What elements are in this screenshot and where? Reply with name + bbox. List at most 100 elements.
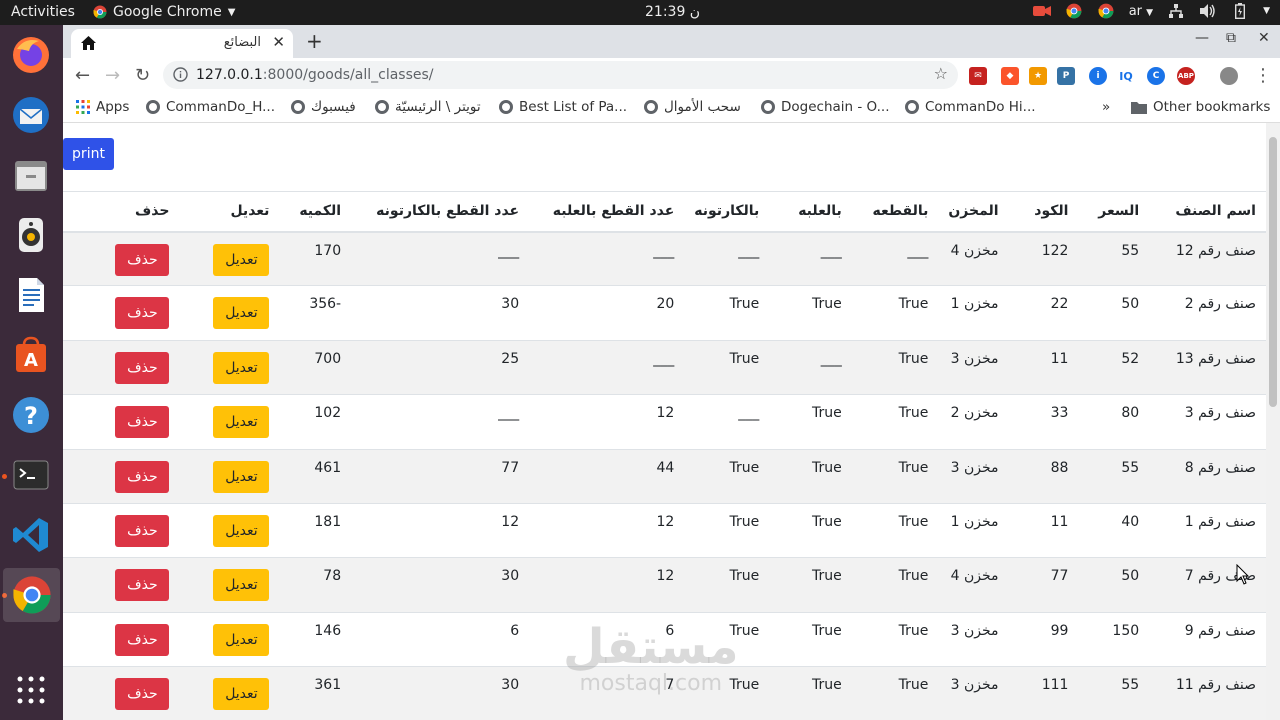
bookmark-commando-1[interactable]: CommanDo_H... bbox=[146, 99, 275, 115]
tab-close-icon[interactable]: ✕ bbox=[272, 33, 285, 51]
info-extension-icon[interactable]: i bbox=[1089, 67, 1107, 85]
table-cell: 22 bbox=[1008, 285, 1079, 341]
address-bar[interactable]: 127.0.0.1:8000/goods/all_classes/ ☆ bbox=[163, 61, 958, 89]
edit-button[interactable]: تعديل bbox=[213, 243, 270, 276]
system-menu-caret-icon[interactable]: ▼ bbox=[1263, 6, 1270, 16]
edit-button[interactable]: تعديل bbox=[213, 514, 270, 547]
column-header: حذف bbox=[63, 191, 204, 233]
reload-icon[interactable]: ↻ bbox=[135, 65, 150, 86]
show-applications-icon[interactable] bbox=[9, 668, 53, 712]
help-icon[interactable]: ? bbox=[9, 393, 53, 437]
bookmark-withdraw[interactable]: سحب الأموال bbox=[644, 99, 741, 115]
bookmark-star-icon[interactable]: ☆ bbox=[934, 64, 948, 83]
network-icon[interactable] bbox=[1167, 2, 1185, 20]
delete-button[interactable]: حذف bbox=[115, 678, 170, 711]
chrome-tray-icon-2[interactable] bbox=[1097, 2, 1115, 20]
profile-avatar[interactable] bbox=[1220, 67, 1238, 85]
table-cell: ___ bbox=[769, 230, 852, 286]
table-cell: صنف رقم 2 bbox=[1149, 285, 1266, 341]
gmail-extension-icon[interactable]: ✉ bbox=[969, 67, 987, 85]
browser-toolbar: ← → ↻ 127.0.0.1:8000/goods/all_classes/ … bbox=[63, 58, 1280, 94]
system-tray: ar ▼ ▼ bbox=[1032, 2, 1270, 20]
table-cell: True bbox=[851, 611, 939, 667]
restore-icon[interactable]: ⧉ bbox=[1226, 30, 1236, 46]
edit-button[interactable]: تعديل bbox=[213, 623, 270, 656]
table-cell: -356 bbox=[279, 285, 352, 341]
bookmarks-bar: Apps CommanDo_H... فيسبوك تويتر \ الرئيس… bbox=[63, 94, 1280, 123]
iq-extension-icon[interactable]: IQ bbox=[1117, 67, 1135, 85]
adblock-extension-icon[interactable]: ABP bbox=[1177, 67, 1195, 85]
bookmark-apps[interactable]: Apps bbox=[76, 99, 129, 115]
table-cell: 12 bbox=[529, 502, 685, 558]
edit-button[interactable]: تعديل bbox=[213, 460, 270, 493]
info-icon[interactable] bbox=[173, 67, 188, 86]
menu-kebab-icon[interactable]: ⋮ bbox=[1254, 65, 1272, 86]
delete-button[interactable]: حذف bbox=[115, 243, 170, 276]
table-cell: True bbox=[769, 448, 852, 504]
chrome-dock-icon[interactable] bbox=[3, 568, 60, 622]
more-bookmarks-button[interactable]: » bbox=[1102, 99, 1110, 115]
brave-extension-icon[interactable]: ◆ bbox=[1001, 67, 1019, 85]
activities-button[interactable]: Activities bbox=[11, 4, 75, 20]
table-cell: True bbox=[684, 448, 770, 504]
new-tab-button[interactable]: + bbox=[306, 29, 323, 53]
libreoffice-writer-icon[interactable] bbox=[9, 273, 53, 317]
extension-icon-3[interactable]: ★ bbox=[1029, 67, 1047, 85]
table-cell: True bbox=[851, 339, 939, 395]
bookmark-dogechain[interactable]: Dogechain - O... bbox=[761, 99, 890, 115]
language-indicator[interactable]: ar ▼ bbox=[1129, 4, 1153, 19]
app-menu[interactable]: Google Chrome ▼ bbox=[93, 4, 235, 20]
camera-icon[interactable] bbox=[1032, 2, 1051, 20]
other-bookmarks[interactable]: Other bookmarks bbox=[1131, 99, 1270, 115]
chrome-tray-icon[interactable] bbox=[1065, 2, 1083, 20]
edit-button[interactable]: تعديل bbox=[213, 569, 270, 602]
minimize-icon[interactable]: — bbox=[1195, 30, 1209, 46]
firefox-icon[interactable] bbox=[9, 33, 53, 77]
file-manager-icon[interactable] bbox=[9, 153, 53, 197]
table-cell: صنف رقم 3 bbox=[1149, 394, 1266, 450]
python-extension-icon[interactable]: P bbox=[1057, 67, 1075, 85]
delete-button[interactable]: حذف bbox=[115, 514, 170, 547]
edit-button[interactable]: تعديل bbox=[213, 351, 270, 384]
tab-goods[interactable]: البضائع ✕ bbox=[71, 29, 293, 58]
delete-button[interactable]: حذف bbox=[115, 351, 170, 384]
forward-icon[interactable]: → bbox=[105, 65, 120, 86]
delete-button[interactable]: حذف bbox=[115, 406, 170, 439]
edit-button[interactable]: تعديل bbox=[213, 678, 270, 711]
print-button[interactable]: print bbox=[63, 138, 114, 170]
close-window-icon[interactable]: ✕ bbox=[1258, 30, 1270, 46]
table-cell: ___ bbox=[351, 230, 530, 286]
software-center-icon[interactable]: A bbox=[9, 333, 53, 377]
rhythmbox-icon[interactable] bbox=[9, 213, 53, 257]
table-cell: 122 bbox=[1008, 230, 1079, 286]
bookmark-commando-2[interactable]: CommanDo Hi... bbox=[905, 99, 1036, 115]
table-cell: True bbox=[684, 502, 770, 558]
delete-button[interactable]: حذف bbox=[115, 460, 170, 493]
terminal-icon[interactable] bbox=[9, 453, 53, 497]
vscode-icon[interactable] bbox=[9, 513, 53, 557]
table-cell: True bbox=[684, 339, 770, 395]
page-scrollbar[interactable] bbox=[1266, 123, 1280, 720]
clock[interactable]: ن 21:39 bbox=[645, 4, 700, 20]
edit-button[interactable]: تعديل bbox=[213, 297, 270, 330]
edit-cell: تعديل bbox=[203, 230, 280, 286]
column-header: عدد القطع بالكارتونه bbox=[351, 191, 530, 233]
back-icon[interactable]: ← bbox=[75, 65, 90, 86]
app-menu-label: Google Chrome bbox=[113, 4, 222, 20]
extension-icon-c[interactable]: C bbox=[1147, 67, 1165, 85]
table-cell: 12 bbox=[529, 557, 685, 613]
bookmark-twitter[interactable]: تويتر \ الرئيسيّة bbox=[375, 99, 481, 115]
bookmark-best-list[interactable]: Best List of Pa... bbox=[499, 99, 627, 115]
edit-button[interactable]: تعديل bbox=[213, 406, 270, 439]
scrollbar-thumb[interactable] bbox=[1269, 137, 1277, 407]
volume-icon[interactable] bbox=[1199, 2, 1217, 20]
bookmark-facebook[interactable]: فيسبوك bbox=[291, 99, 356, 115]
table-cell: 181 bbox=[279, 502, 352, 558]
delete-button[interactable]: حذف bbox=[115, 623, 170, 656]
edit-cell: تعديل bbox=[203, 502, 280, 558]
battery-icon[interactable] bbox=[1231, 2, 1249, 20]
delete-button[interactable]: حذف bbox=[115, 569, 170, 602]
delete-button[interactable]: حذف bbox=[115, 297, 170, 330]
table-cell: 80 bbox=[1078, 394, 1150, 450]
thunderbird-icon[interactable] bbox=[9, 93, 53, 137]
